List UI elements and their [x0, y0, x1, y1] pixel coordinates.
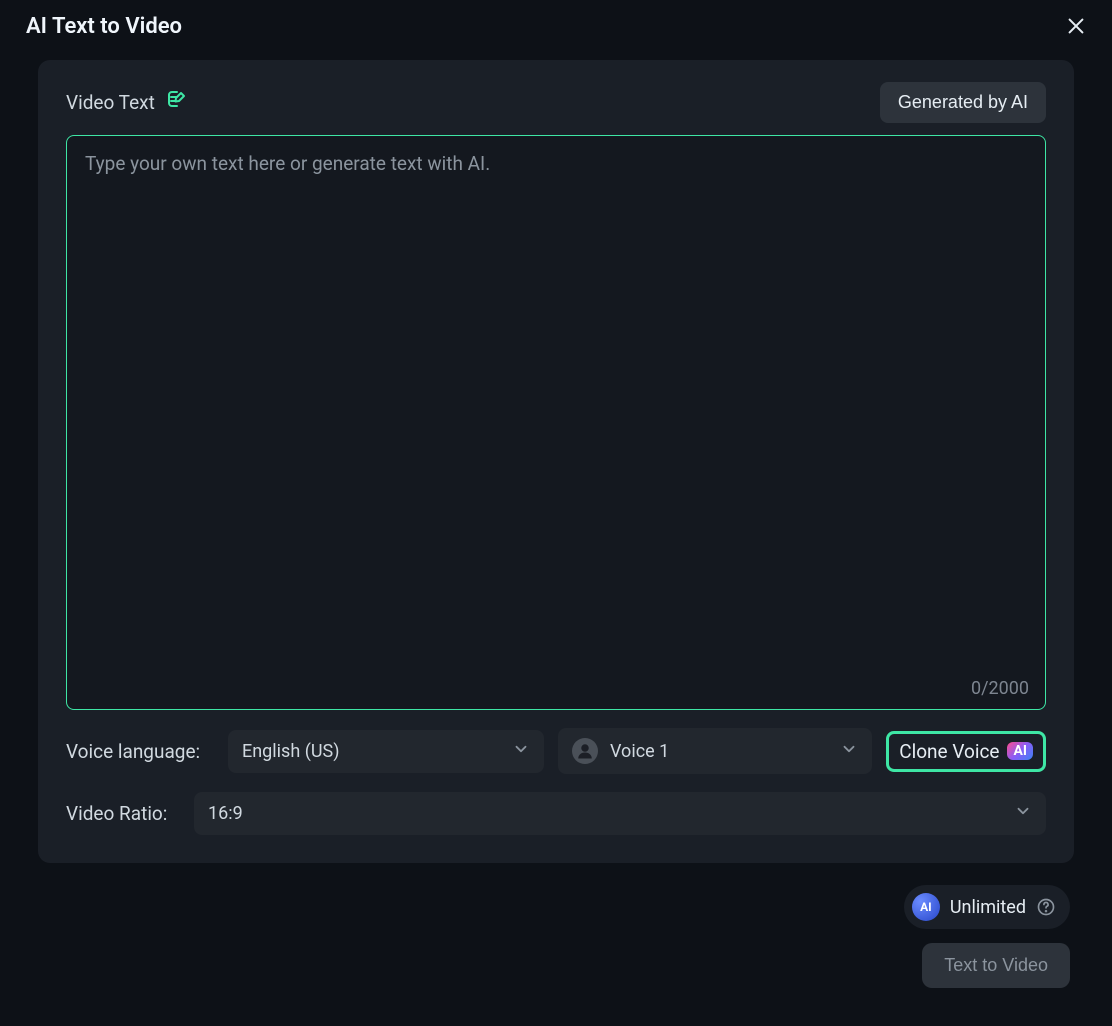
- voice-language-select[interactable]: English (US): [228, 730, 544, 773]
- avatar-icon: [572, 738, 598, 764]
- close-button[interactable]: [1062, 12, 1090, 40]
- video-text-input[interactable]: [67, 136, 1045, 673]
- video-ratio-label: Video Ratio:: [66, 802, 180, 825]
- voice-select[interactable]: Voice 1: [558, 728, 872, 774]
- help-icon: [1036, 897, 1056, 917]
- ai-badge-icon: AI: [1007, 742, 1033, 760]
- chevron-down-icon: [840, 740, 858, 763]
- clone-voice-button[interactable]: Clone Voice AI: [886, 731, 1046, 772]
- page-title: AI Text to Video: [26, 14, 182, 39]
- char-count: 0/2000: [971, 678, 1029, 699]
- chevron-down-icon: [512, 740, 530, 763]
- video-text-label-text: Video Text: [66, 91, 155, 114]
- close-icon: [1065, 15, 1087, 37]
- video-text-label: Video Text: [66, 88, 189, 117]
- unlimited-button[interactable]: AI Unlimited: [904, 885, 1070, 929]
- unlimited-label: Unlimited: [950, 897, 1026, 918]
- video-ratio-select[interactable]: 16:9: [194, 792, 1046, 835]
- video-ratio-value: 16:9: [208, 803, 243, 824]
- voice-language-label: Voice language:: [66, 740, 214, 763]
- voice-value: Voice 1: [610, 741, 669, 762]
- voice-language-value: English (US): [242, 741, 340, 762]
- generated-by-ai-button[interactable]: Generated by AI: [880, 82, 1046, 123]
- text-to-video-button[interactable]: Text to Video: [922, 943, 1070, 988]
- edit-icon: [165, 88, 189, 117]
- video-text-area-wrap: 0/2000: [66, 135, 1046, 710]
- ai-orb-icon: AI: [912, 893, 940, 921]
- clone-voice-label: Clone Voice: [899, 740, 999, 763]
- main-panel: Video Text Generated by AI 0/2000 Voice …: [38, 60, 1074, 863]
- chevron-down-icon: [1014, 802, 1032, 825]
